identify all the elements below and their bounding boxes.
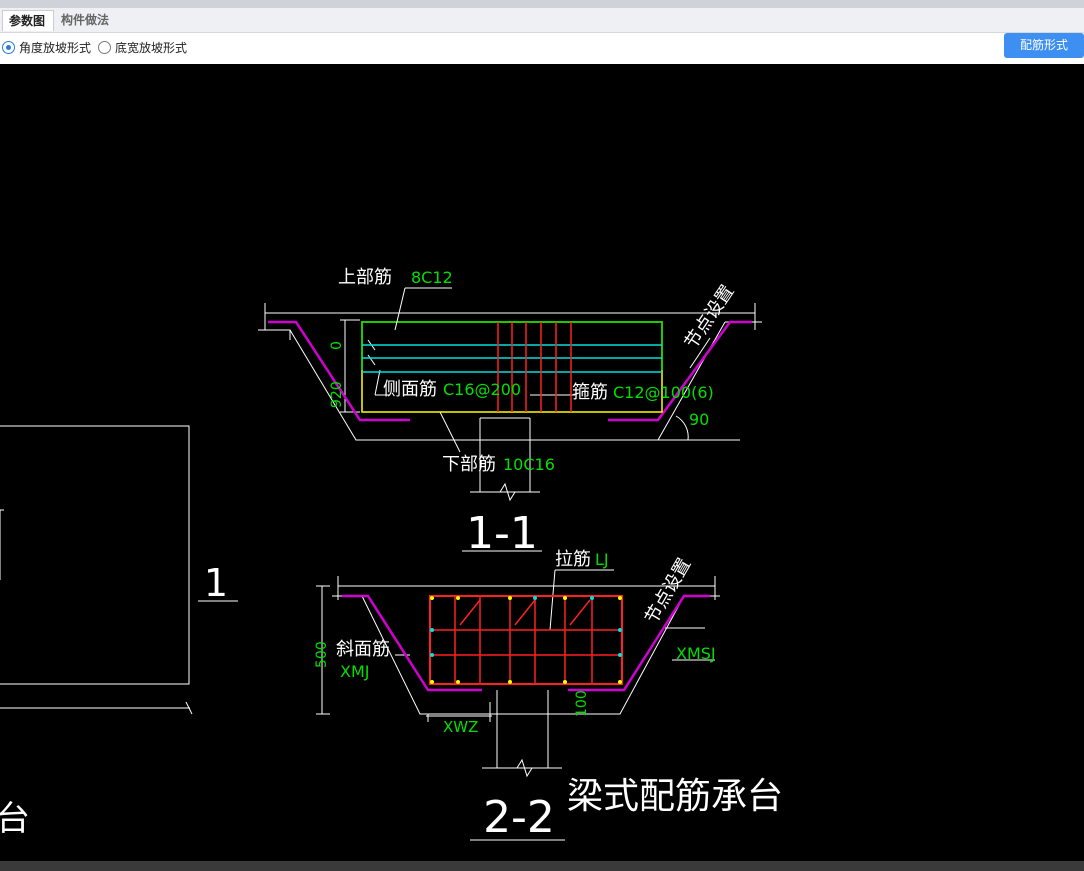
section-2-2-title: 2-2	[483, 792, 555, 843]
bottom-rebar-label: 下部筋	[442, 454, 496, 475]
xmsj-label: XMSJ	[676, 644, 716, 663]
side-rebar-label: 侧面筋	[383, 379, 437, 400]
radio-selected-icon	[2, 41, 15, 54]
dim-500: 500	[314, 641, 330, 668]
node-settings-label-2: 节点设置	[641, 555, 695, 628]
tie-rebar-value: LJ	[595, 550, 609, 569]
top-rebar-value: 8C12	[411, 268, 453, 287]
window-top-strip	[0, 0, 1084, 8]
xwz-label: XWZ	[443, 718, 478, 736]
slope-rebar-value: XMJ	[340, 662, 369, 681]
stirrup-label: 箍筋	[572, 382, 608, 403]
radio-angle-slope-label: 角度放坡形式	[19, 41, 92, 55]
tab-parameter-diagram[interactable]: 参数图	[2, 10, 54, 31]
dim-100: 100	[574, 690, 590, 717]
radio-angle-slope[interactable]: 角度放坡形式	[2, 38, 91, 58]
section-1-1-title: 1-1	[466, 508, 538, 559]
tab-component-method[interactable]: 构件做法	[55, 10, 119, 31]
slope-rebar-label: 斜面筋	[336, 639, 390, 660]
left-section-marker: 1	[204, 561, 228, 605]
radio-width-slope-label: 底宽放坡形式	[115, 41, 188, 55]
node-settings-label-1: 节点设置	[681, 281, 739, 352]
slope-angle: 90	[689, 410, 709, 429]
main-drawing-title: 梁式配筋承台	[567, 776, 783, 817]
dim-920: 920	[329, 381, 345, 408]
bottom-status-strip	[0, 861, 1084, 871]
cad-drawing: 1 台 上部筋 8C12 节点设置 0 920 侧面筋 C16@200 箍筋 C…	[0, 267, 783, 843]
section-1-1: 上部筋 8C12 节点设置 0 920 侧面筋 C16@200 箍筋 C12@1…	[258, 267, 762, 559]
radio-width-slope[interactable]: 底宽放坡形式	[98, 38, 187, 58]
left-plan-outline	[0, 425, 238, 715]
options-bar: 角度放坡形式 底宽放坡形式 配筋形式	[0, 33, 1084, 64]
rebar-form-button[interactable]: 配筋形式	[1004, 33, 1084, 58]
tab-bar: 参数图 构件做法	[0, 8, 1084, 33]
bottom-rebar-value: 10C16	[503, 455, 555, 474]
tie-rebar-label: 拉筋	[555, 549, 591, 570]
radio-unselected-icon	[98, 41, 111, 54]
dim-0: 0	[329, 341, 345, 350]
top-rebar-label: 上部筋	[338, 267, 392, 288]
side-rebar-value: C16@200	[443, 380, 521, 399]
cad-canvas[interactable]: 1 台 上部筋 8C12 节点设置 0 920 侧面筋 C16@200 箍筋 C…	[0, 64, 1084, 861]
left-bottom-title-fragment: 台	[0, 799, 30, 839]
stirrup-value: C12@100(6)	[613, 383, 714, 402]
